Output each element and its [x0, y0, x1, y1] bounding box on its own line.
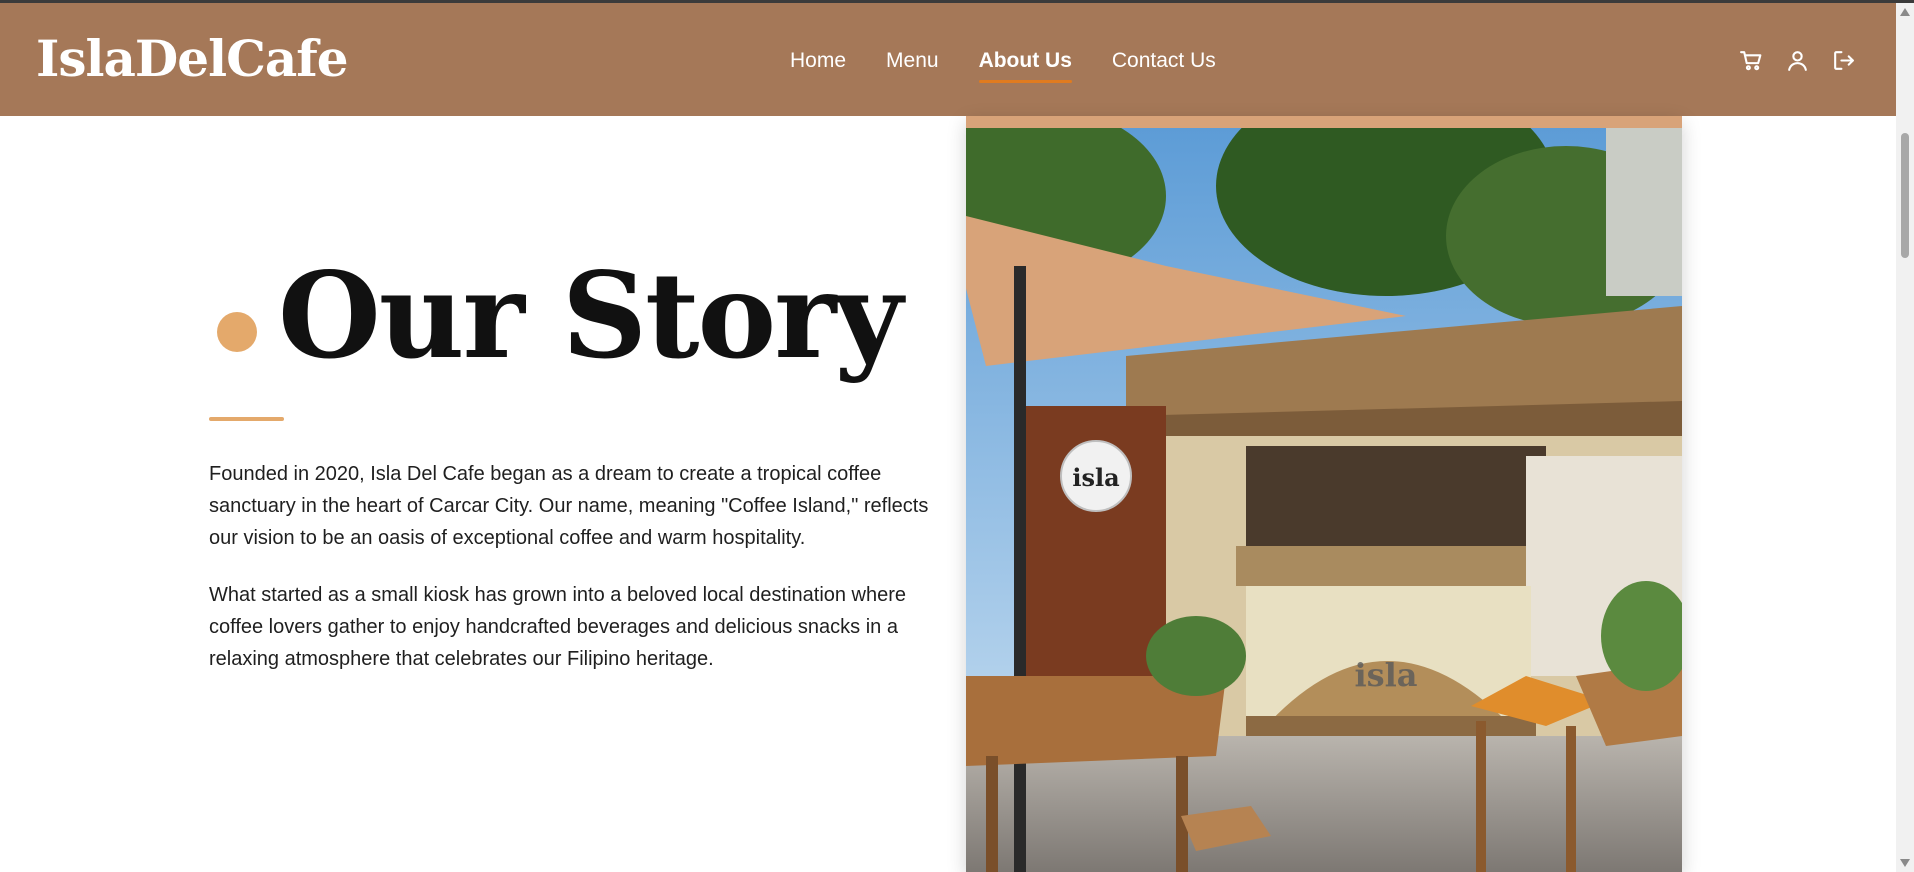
site-header: IslaDelCafe Home Menu About Us Contact U…	[0, 3, 1896, 116]
header-actions	[1738, 47, 1856, 73]
page-title: Our Story	[278, 246, 903, 385]
cart-icon[interactable]	[1738, 47, 1764, 73]
brand-logo[interactable]: IslaDelCafe	[36, 29, 349, 88]
title-underline	[209, 417, 284, 421]
page-scrollbar[interactable]	[1896, 3, 1914, 872]
counter-sign-text: isla	[1354, 656, 1417, 694]
user-icon[interactable]	[1784, 47, 1810, 73]
scrollbar-thumb[interactable]	[1901, 133, 1909, 258]
cafe-kiosk-photo: isla isla	[966, 116, 1682, 872]
scroll-down-arrow-icon[interactable]	[1900, 859, 1910, 867]
nav-about-us[interactable]: About Us	[978, 49, 1073, 83]
story-paragraph-1: Founded in 2020, Isla Del Cafe began as …	[209, 463, 929, 549]
about-section: Our Story Founded in 2020, Isla Del Cafe…	[0, 116, 1896, 872]
title-accent-dot	[217, 312, 257, 352]
nav-menu[interactable]: Menu	[886, 49, 939, 73]
nav-home[interactable]: Home	[790, 49, 846, 73]
main-nav: Home Menu About Us Contact Us	[790, 49, 1216, 83]
logout-icon[interactable]	[1830, 47, 1856, 73]
story-paragraph-2: What started as a small kiosk has grown …	[209, 584, 907, 670]
kiosk-sign-text: isla	[1072, 463, 1119, 492]
nav-contact-us[interactable]: Contact Us	[1112, 49, 1216, 73]
scroll-up-arrow-icon[interactable]	[1900, 8, 1910, 16]
